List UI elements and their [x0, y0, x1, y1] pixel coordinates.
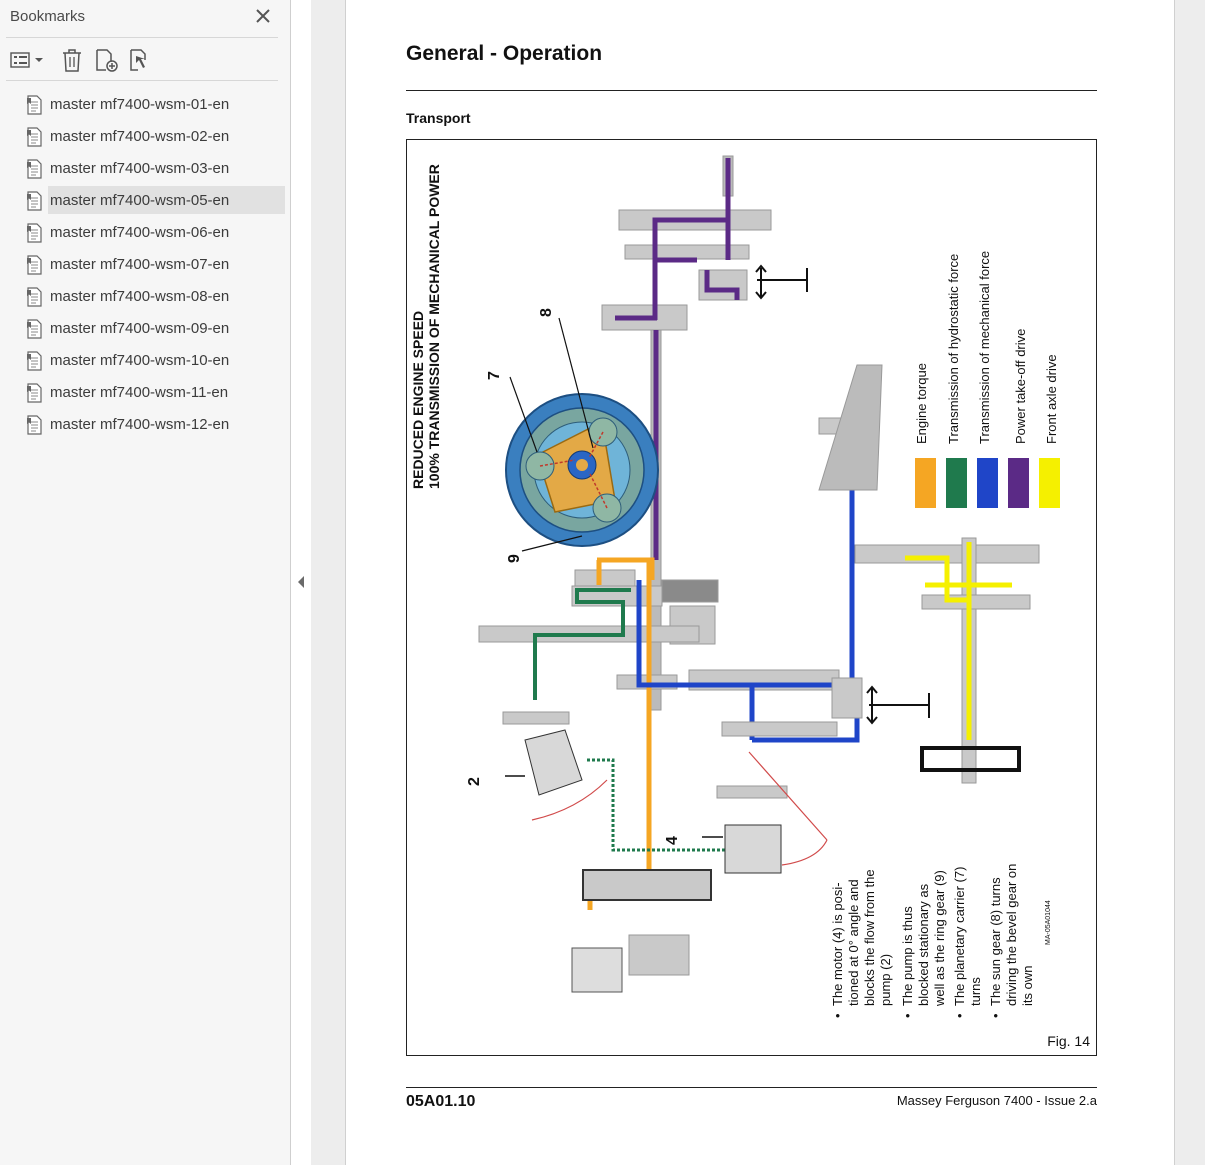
legend-swatch-engine: [915, 458, 936, 508]
figure-caption: Fig. 14: [1047, 1033, 1090, 1049]
note-2-line-1: The pump is thus: [900, 906, 915, 1006]
front-axle-path: [905, 542, 972, 740]
legend-label: Transmission of hydrostatic force: [946, 254, 961, 444]
legend-swatch-mechanical: [977, 458, 998, 508]
hydraulic-motor: [716, 751, 828, 874]
footer-issue: Massey Ferguson 7400 - Issue 2.a: [896, 1093, 1097, 1108]
header-rule: [406, 90, 1097, 91]
bookmark-page-icon: [26, 223, 44, 243]
note-3-line-1: The planetary carrier (7): [952, 867, 967, 1006]
bookmark-label: master mf7400-wsm-10-en: [50, 352, 230, 369]
bookmark-item[interactable]: master mf7400-wsm-10-en: [22, 346, 285, 374]
note-4-line-3: its own: [1020, 966, 1035, 1006]
panel-header: Bookmarks: [0, 0, 290, 36]
image-code: MA-05A01044: [1045, 900, 1052, 945]
note-2-line-3: well as the ring gear (9): [932, 870, 947, 1007]
bookmark-label: master mf7400-wsm-12-en: [50, 416, 230, 433]
callout-2: 2: [466, 777, 483, 786]
panel-title: Bookmarks: [10, 8, 86, 25]
engine-crank: [571, 869, 712, 993]
page-title: General - Operation: [406, 42, 603, 65]
trash-icon[interactable]: [60, 46, 84, 74]
legend-label: Engine torque: [914, 363, 929, 444]
operation-notes: • The motor (4) is posi- tioned at 0° an…: [830, 864, 1035, 1018]
legend-label: Transmission of mechanical force: [977, 251, 992, 444]
note-3-line-2: turns: [968, 977, 983, 1006]
bookmark-item-selected[interactable]: master mf7400-wsm-05-en: [22, 186, 285, 214]
diagram-heading-2: 100% TRANSMISSION OF MECHANICAL POWER: [426, 164, 442, 489]
pto-lever: [755, 264, 808, 300]
bookmark-label: master mf7400-wsm-03-en: [50, 160, 230, 177]
figure-frame: REDUCED ENGINE SPEED 100% TRANSMISSION O…: [406, 139, 1097, 1056]
callout-8: 8: [538, 308, 555, 317]
page-code: 05A01.10: [406, 1093, 476, 1110]
bookmark-page-icon: [26, 191, 44, 211]
transmission-diagram: REDUCED ENGINE SPEED 100% TRANSMISSION O…: [410, 155, 1060, 1018]
bookmark-item[interactable]: master mf7400-wsm-01-en: [22, 90, 285, 118]
bookmark-item[interactable]: master mf7400-wsm-07-en: [22, 250, 285, 278]
bookmark-page-icon: [26, 287, 44, 307]
legend-swatch-hydrostatic: [946, 458, 967, 508]
color-legend: Engine torque Transmission of hydrostati…: [914, 251, 1060, 508]
bookmark-item[interactable]: master mf7400-wsm-03-en: [22, 154, 285, 182]
note-4-line-2: driving the bevel gear on: [1004, 864, 1019, 1006]
legend-swatch-pto: [1008, 458, 1029, 508]
bookmark-page-icon: [26, 383, 44, 403]
note-1-line-1: The motor (4) is posi-: [830, 882, 845, 1006]
legend-label: Front axle drive: [1044, 354, 1059, 444]
divider: [6, 37, 278, 38]
note-1-line-4: pump (2): [878, 954, 893, 1006]
bookmark-label: master mf7400-wsm-02-en: [50, 128, 230, 145]
bookmark-item[interactable]: master mf7400-wsm-12-en: [22, 410, 285, 438]
bookmark-label: master mf7400-wsm-01-en: [50, 96, 230, 113]
collapse-panel-icon[interactable]: [296, 575, 306, 589]
note-2-line-2: blocked stationary as: [916, 883, 931, 1006]
hydraulic-pump: [502, 711, 757, 852]
bookmark-item[interactable]: master mf7400-wsm-11-en: [22, 378, 285, 406]
note-bullet: •: [952, 1013, 967, 1018]
find-bookmark-icon[interactable]: [128, 46, 154, 74]
bookmark-item[interactable]: master mf7400-wsm-02-en: [22, 122, 285, 150]
bookmark-page-icon: [26, 415, 44, 435]
legend-swatch-front-axle: [1039, 458, 1060, 508]
bookmark-label: master mf7400-wsm-05-en: [50, 192, 230, 209]
footer-rule: [406, 1087, 1097, 1088]
range-lever: [866, 685, 930, 725]
callout-9: 9: [506, 554, 523, 563]
pto-gears: [601, 155, 772, 331]
bookmarks-toolbar: [0, 42, 290, 78]
list-options-icon[interactable]: [8, 46, 46, 74]
bookmark-item[interactable]: master mf7400-wsm-09-en: [22, 314, 285, 342]
note-bullet: •: [830, 1013, 845, 1018]
bookmark-label: master mf7400-wsm-08-en: [50, 288, 230, 305]
add-bookmark-icon[interactable]: [94, 46, 120, 74]
close-icon[interactable]: [253, 6, 273, 26]
note-bullet: •: [900, 1013, 915, 1018]
note-4-line-1: The sun gear (8) turns: [988, 877, 1003, 1006]
bookmark-page-icon: [26, 255, 44, 275]
bookmark-label: master mf7400-wsm-06-en: [50, 224, 230, 241]
bookmark-page-icon: [26, 351, 44, 371]
legend-label: Power take-off drive: [1013, 329, 1028, 444]
bookmark-label: master mf7400-wsm-07-en: [50, 256, 230, 273]
note-bullet: •: [988, 1013, 1003, 1018]
bookmark-item[interactable]: master mf7400-wsm-08-en: [22, 282, 285, 310]
callout-7: 7: [486, 371, 503, 380]
bookmark-label: master mf7400-wsm-09-en: [50, 320, 230, 337]
bookmark-label: master mf7400-wsm-11-en: [50, 384, 229, 401]
diagram-heading-1: REDUCED ENGINE SPEED: [410, 311, 426, 489]
note-1-line-2: tioned at 0° angle and: [846, 879, 861, 1006]
bookmark-page-icon: [26, 127, 44, 147]
section-heading: Transport: [406, 110, 471, 126]
divider: [6, 80, 278, 81]
bookmark-item[interactable]: master mf7400-wsm-06-en: [22, 218, 285, 246]
planetary-gearset: [505, 393, 659, 547]
bookmark-page-icon: [26, 159, 44, 179]
callout-4: 4: [664, 836, 681, 845]
bookmark-page-icon: [26, 319, 44, 339]
note-1-line-3: blocks the flow from the: [862, 869, 877, 1006]
pdf-page: General - Operation Transport REDUCED EN…: [346, 0, 1174, 1165]
bookmark-page-icon: [26, 95, 44, 115]
bookmarks-panel: Bookmarks master mf7400-wsm-01-en master…: [0, 0, 291, 1165]
